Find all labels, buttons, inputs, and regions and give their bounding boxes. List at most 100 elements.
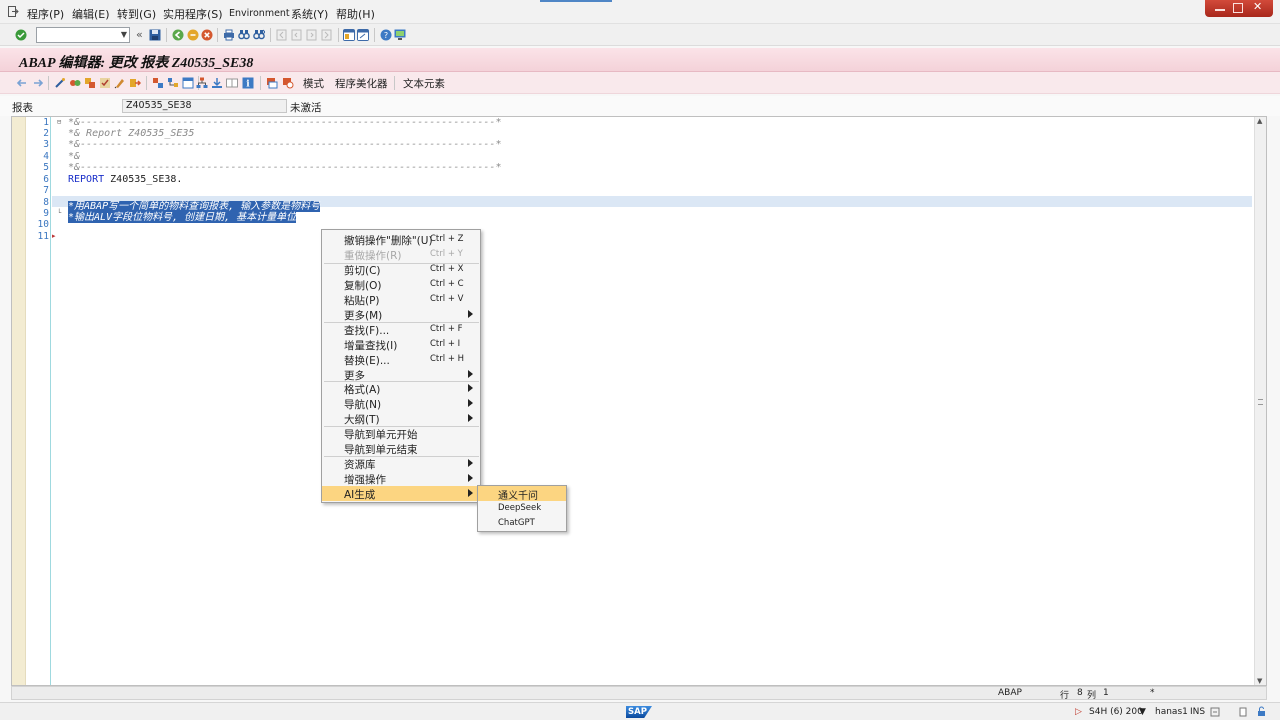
- menu-item-cut[interactable]: 剪切(C) Ctrl + X: [322, 262, 480, 277]
- menu-item-shortcut: Ctrl + H: [430, 354, 465, 364]
- navigation-window-icon[interactable]: [182, 77, 194, 89]
- keyword-report: REPORT: [68, 174, 105, 185]
- menu-system[interactable]: 系统(Y): [291, 6, 328, 22]
- object-list-icon[interactable]: [167, 77, 179, 89]
- status-expand-icon[interactable]: ▷: [1075, 707, 1082, 717]
- scroll-up-icon[interactable]: ▲: [1257, 117, 1262, 125]
- line-number: 6: [43, 174, 49, 185]
- enter-icon[interactable]: [15, 29, 27, 41]
- display-change-icon[interactable]: [54, 77, 66, 89]
- menu-item-nav-unit-start[interactable]: 导航到单元开始: [322, 426, 480, 441]
- activate-icon[interactable]: [114, 77, 126, 89]
- svg-text:i: i: [246, 80, 250, 90]
- text-elements-button[interactable]: 文本元素: [403, 76, 445, 91]
- find-next-icon[interactable]: [253, 29, 265, 41]
- active-inactive-icon[interactable]: [69, 77, 81, 89]
- menu-item-ai-generate[interactable]: AI生成: [322, 486, 480, 501]
- scroll-down-icon[interactable]: ▼: [1257, 677, 1262, 685]
- maximize-icon[interactable]: [1233, 3, 1243, 13]
- menu-environment[interactable]: Environment: [229, 8, 290, 19]
- code-line-selected: *输出ALV字段位物料号, 创建日期, 基本计量单位: [68, 208, 297, 223]
- back-arrow-icon[interactable]: [16, 77, 28, 89]
- hierarchy-icon[interactable]: [196, 77, 208, 89]
- menu-item-format[interactable]: 格式(A): [322, 381, 480, 396]
- menu-item-nav-unit-end[interactable]: 导航到单元结束: [322, 441, 480, 456]
- row-value: 8: [1077, 688, 1083, 698]
- line-number: 3: [43, 139, 49, 150]
- menu-help[interactable]: 帮助(H): [336, 6, 375, 22]
- layout-menu-icon[interactable]: [394, 29, 406, 41]
- menu-item-copy[interactable]: 复制(O) Ctrl + C: [322, 277, 480, 292]
- find-icon[interactable]: [238, 29, 250, 41]
- separator: [217, 28, 218, 42]
- fold-toggle-icon[interactable]: ⊟: [57, 118, 61, 126]
- menu-item-enhancement[interactable]: 增强操作: [322, 471, 480, 486]
- menu-item-label: 粘贴(P): [344, 295, 380, 307]
- other-object-icon[interactable]: [84, 77, 96, 89]
- pretty-printer-button[interactable]: 程序美化器: [335, 76, 388, 91]
- modified-marker: *: [1150, 688, 1155, 698]
- document-icon[interactable]: [1238, 707, 1248, 717]
- server-name: hanas1: [1155, 707, 1188, 717]
- where-used-icon[interactable]: [152, 77, 164, 89]
- menu-item-navigation[interactable]: 导航(N): [322, 396, 480, 411]
- forward-arrow-icon[interactable]: [32, 77, 44, 89]
- menu-item-find[interactable]: 查找(F)... Ctrl + F: [322, 322, 480, 337]
- exit-icon[interactable]: [8, 6, 19, 17]
- settings-icon[interactable]: [1210, 707, 1220, 717]
- chevron-down-icon[interactable]: ▼: [121, 30, 127, 39]
- submenu-item-label: DeepSeek: [498, 503, 542, 513]
- submenu-item-chatgpt[interactable]: ChatGPT: [478, 517, 566, 532]
- menu-item-outline[interactable]: 大纲(T): [322, 411, 480, 426]
- menu-utilities[interactable]: 实用程序(S): [163, 6, 223, 22]
- new-session-icon[interactable]: [343, 29, 355, 41]
- code-line: *&--------------------------------------…: [68, 139, 502, 150]
- code-line: *& Report Z40535_SE35: [68, 128, 195, 139]
- cursor-marker-icon: ▸: [52, 232, 56, 240]
- exit-app-icon[interactable]: [187, 29, 199, 41]
- menu-item-replace[interactable]: 替换(E)... Ctrl + H: [322, 352, 480, 367]
- menu-item-more-find[interactable]: 更多: [322, 367, 480, 382]
- shortcut-icon[interactable]: [357, 29, 369, 41]
- code-editor[interactable]: 1 2 3 4 5 6 7 8 9 10 11 ⊟ ⊟ └ *&--------…: [11, 116, 1267, 686]
- menu-item-paste[interactable]: 粘贴(P) Ctrl + V: [322, 292, 480, 307]
- save-icon[interactable]: [149, 29, 161, 41]
- last-page-icon: [321, 29, 332, 41]
- lock-icon[interactable]: [1256, 706, 1267, 717]
- page-title: ABAP 编辑器: 更改 报表 Z40535_SE38: [19, 56, 254, 71]
- menu-item-repository[interactable]: 资源库: [322, 456, 480, 471]
- pattern-icon[interactable]: [211, 77, 223, 89]
- submenu-item-tongyi[interactable]: 通义千问: [478, 486, 566, 502]
- print-icon[interactable]: [223, 29, 235, 41]
- set-breakpoint-icon[interactable]: [266, 77, 278, 89]
- info-icon[interactable]: i: [242, 77, 254, 89]
- close-icon[interactable]: ✕: [1253, 1, 1263, 12]
- menu-item-more-edit[interactable]: 更多(M): [322, 307, 480, 322]
- report-label: 报表: [12, 102, 33, 114]
- help-icon[interactable]: ?: [380, 29, 392, 41]
- menu-item-undo[interactable]: 撤销操作"删除"(U) Ctrl + Z: [322, 232, 480, 247]
- submenu-item-deepseek[interactable]: DeepSeek: [478, 502, 566, 517]
- test-icon[interactable]: [129, 77, 141, 89]
- check-icon[interactable]: [99, 77, 111, 89]
- mode-button[interactable]: 模式: [303, 76, 324, 91]
- separator: [338, 28, 339, 42]
- menu-item-incremental-find[interactable]: 增量查找(I) Ctrl + I: [322, 337, 480, 352]
- collapse-icon[interactable]: «: [136, 28, 143, 41]
- minimize-icon[interactable]: [1215, 3, 1225, 11]
- system-dropdown-icon[interactable]: ▼: [1139, 707, 1146, 717]
- menu-program[interactable]: 程序(P): [27, 6, 64, 22]
- command-field[interactable]: ▼: [36, 27, 130, 43]
- scroll-grip-icon[interactable]: [1258, 399, 1263, 405]
- split-screen-icon[interactable]: [226, 77, 238, 89]
- menu-goto[interactable]: 转到(G): [117, 6, 156, 22]
- separator: [48, 76, 49, 90]
- editor-gutter: [12, 117, 26, 685]
- submenu-arrow-icon: [468, 310, 473, 318]
- vertical-scrollbar[interactable]: ▲ ▼: [1254, 117, 1266, 685]
- session-breakpoint-icon[interactable]: [282, 77, 294, 89]
- menu-edit[interactable]: 编辑(E): [72, 6, 110, 22]
- cancel-icon[interactable]: [201, 29, 213, 41]
- back-icon[interactable]: [172, 29, 184, 41]
- code-line: *&--------------------------------------…: [68, 117, 502, 128]
